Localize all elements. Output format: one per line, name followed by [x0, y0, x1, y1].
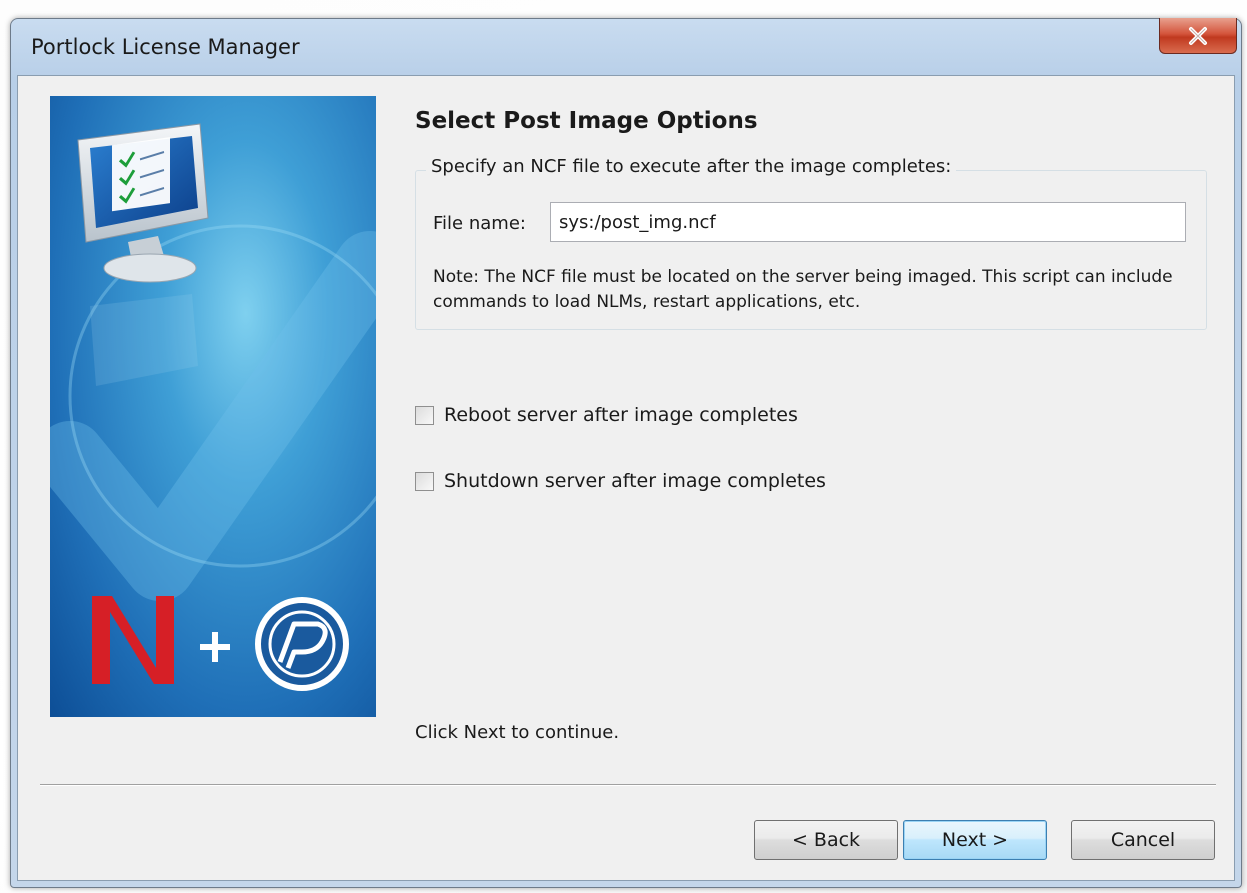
close-icon [1189, 26, 1207, 45]
shutdown-label[interactable]: Shutdown server after image completes [444, 470, 826, 492]
continue-hint: Click Next to continue. [415, 722, 620, 743]
shutdown-checkbox[interactable] [415, 471, 434, 491]
reboot-checkbox[interactable] [415, 405, 434, 425]
file-name-label: File name: [433, 213, 526, 234]
title-bar[interactable]: Portlock License Manager [11, 18, 1241, 75]
shutdown-option[interactable]: Shutdown server after image completes [415, 470, 826, 492]
file-name-input[interactable] [550, 202, 1186, 242]
banner-artwork [50, 123, 376, 691]
group-legend: Specify an NCF file to execute after the… [426, 156, 957, 177]
footer-separator [40, 784, 1216, 786]
close-button[interactable] [1159, 18, 1237, 54]
ncf-note-text: Note: The NCF file must be located on th… [433, 267, 1173, 312]
reboot-option[interactable]: Reboot server after image completes [415, 404, 798, 426]
window-title: Portlock License Manager [31, 35, 300, 59]
novell-n-logo [92, 596, 174, 684]
license-manager-window: Portlock License Manager Select Post Ima… [10, 18, 1242, 888]
portlock-logo [255, 597, 349, 691]
wizard-side-banner [50, 96, 376, 717]
next-button[interactable]: Next > [903, 820, 1047, 860]
page-heading: Select Post Image Options [415, 108, 758, 134]
back-button[interactable]: < Back [754, 820, 898, 860]
reboot-label[interactable]: Reboot server after image completes [444, 404, 798, 426]
ncf-file-group: Specify an NCF file to execute after the… [415, 156, 1207, 330]
monitor-checklist-icon [77, 123, 209, 283]
cancel-button[interactable]: Cancel [1071, 820, 1215, 860]
dialog-client-area: Select Post Image Options Specify an NCF… [17, 75, 1235, 881]
